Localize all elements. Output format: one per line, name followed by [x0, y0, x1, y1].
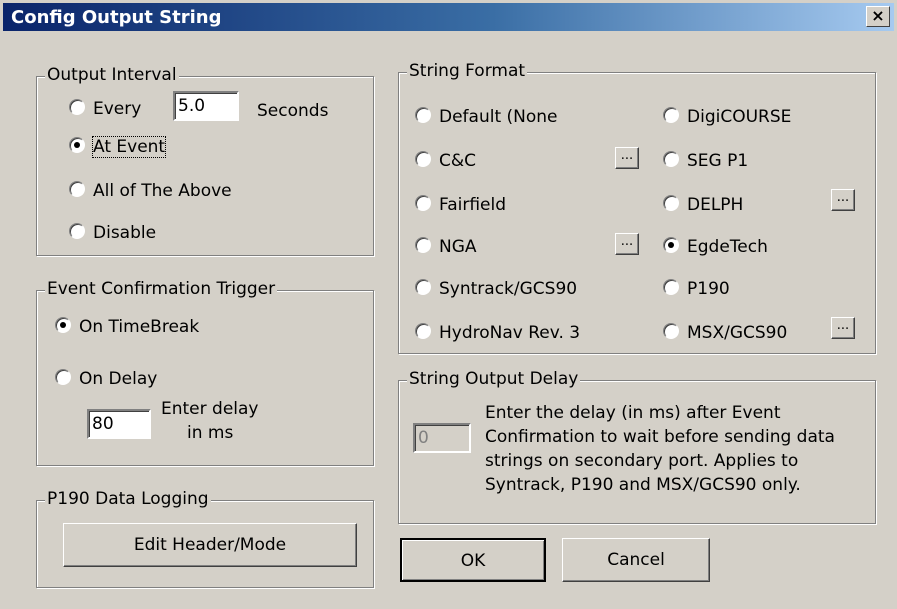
string-format-group: String Format Default (None C&C Fairfiel…	[398, 61, 876, 354]
output-interval-group: Output Interval Every 5.0 Seconds At Eve…	[36, 65, 374, 256]
nga-settings-button[interactable]: ...	[615, 233, 639, 255]
format-option-p190-label: P190	[687, 279, 730, 299]
p190-logging-legend: P190 Data Logging	[45, 489, 211, 509]
enter-delay-label: Enter delay	[161, 399, 259, 419]
format-option-nga-label: NGA	[439, 237, 477, 257]
format-option-delph-label: DELPH	[687, 195, 744, 215]
format-option-nga[interactable]: NGA	[415, 237, 477, 257]
radio-on-timebreak[interactable]: On TimeBreak	[55, 317, 199, 337]
format-option-syntrack[interactable]: Syntrack/GCS90	[415, 279, 577, 299]
radio-at-event[interactable]: At Event	[69, 136, 167, 158]
format-option-nga-circle[interactable]	[415, 237, 431, 253]
format-option-delph-circle[interactable]	[663, 195, 679, 211]
format-option-hydronav-label: HydroNav Rev. 3	[439, 323, 581, 343]
format-option-segp1-label: SEG P1	[687, 151, 749, 171]
radio-on-delay-circle[interactable]	[55, 369, 71, 385]
format-option-p190[interactable]: P190	[663, 279, 730, 299]
radio-all-above[interactable]: All of The Above	[69, 181, 232, 201]
format-option-hydronav-circle[interactable]	[415, 323, 431, 339]
radio-disable[interactable]: Disable	[69, 223, 156, 243]
format-option-segp1[interactable]: SEG P1	[663, 151, 748, 171]
seconds-label: Seconds	[257, 101, 329, 121]
dialog-title: Config Output String	[11, 7, 222, 28]
radio-all-above-circle[interactable]	[69, 181, 85, 197]
format-option-msx-circle[interactable]	[663, 323, 679, 339]
string-delay-desc-1: Enter the delay (in ms) after Event	[485, 403, 781, 423]
format-option-segp1-circle[interactable]	[663, 151, 679, 167]
cancel-button[interactable]: Cancel	[562, 538, 710, 582]
close-icon: ×	[871, 6, 885, 25]
radio-on-delay-label: On Delay	[79, 369, 158, 389]
radio-every-label: Every	[93, 99, 142, 119]
radio-every-circle[interactable]	[69, 99, 85, 115]
format-option-egdetech-label: EgdeTech	[687, 237, 768, 257]
edit-header-mode-button[interactable]: Edit Header/Mode	[63, 523, 357, 567]
title-bar[interactable]: Config Output String ×	[3, 3, 894, 31]
format-option-default-circle[interactable]	[415, 107, 431, 123]
radio-on-timebreak-circle[interactable]	[55, 317, 71, 333]
radio-at-event-circle[interactable]	[69, 137, 85, 153]
event-trigger-group: Event Confirmation Trigger On TimeBreak …	[36, 279, 374, 466]
ok-button[interactable]: OK	[400, 538, 546, 582]
cc-settings-button[interactable]: ...	[615, 147, 639, 169]
string-delay-desc-4: Syntrack, P190 and MSX/GCS90 only.	[485, 475, 801, 495]
in-ms-label: in ms	[187, 423, 234, 443]
string-output-delay-legend: String Output Delay	[407, 369, 581, 389]
output-interval-legend: Output Interval	[45, 65, 179, 85]
string-format-legend: String Format	[407, 61, 528, 81]
format-option-delph[interactable]: DELPH	[663, 195, 743, 215]
string-output-delay-group: String Output Delay 0 Enter the delay (i…	[398, 369, 876, 524]
format-option-cc[interactable]: C&C	[415, 151, 476, 171]
format-option-digicourse[interactable]: DigiCOURSE	[663, 107, 791, 127]
format-option-hydronav[interactable]: HydroNav Rev. 3	[415, 323, 580, 343]
format-option-syntrack-circle[interactable]	[415, 279, 431, 295]
format-option-fairfield-circle[interactable]	[415, 195, 431, 211]
format-option-msx[interactable]: MSX/GCS90	[663, 323, 787, 343]
config-output-string-dialog: Config Output String × Output Interval E…	[0, 0, 897, 609]
radio-all-above-label: All of The Above	[93, 181, 232, 201]
close-button[interactable]: ×	[866, 6, 890, 27]
format-option-default[interactable]: Default (None	[415, 107, 558, 127]
delph-settings-button[interactable]: ...	[831, 189, 855, 211]
format-option-msx-label: MSX/GCS90	[687, 323, 788, 343]
string-delay-desc-3: strings on secondary port. Applies to	[485, 451, 799, 471]
radio-disable-circle[interactable]	[69, 223, 85, 239]
radio-on-timebreak-label: On TimeBreak	[79, 317, 200, 337]
format-option-fairfield[interactable]: Fairfield	[415, 195, 506, 215]
format-option-default-label: Default (None	[439, 107, 558, 127]
format-option-egdetech[interactable]: EgdeTech	[663, 237, 768, 257]
format-option-cc-circle[interactable]	[415, 151, 431, 167]
format-option-cc-label: C&C	[439, 151, 476, 171]
radio-on-delay[interactable]: On Delay	[55, 369, 157, 389]
event-trigger-legend: Event Confirmation Trigger	[45, 279, 278, 299]
format-option-p190-circle[interactable]	[663, 279, 679, 295]
format-option-egdetech-circle[interactable]	[663, 237, 679, 253]
radio-at-event-label: At Event	[91, 136, 167, 158]
p190-logging-group: P190 Data Logging Edit Header/Mode	[36, 489, 374, 588]
string-delay-desc-2: Confirmation to wait before sending data	[485, 427, 835, 447]
format-option-fairfield-label: Fairfield	[439, 195, 507, 215]
radio-disable-label: Disable	[93, 223, 157, 243]
every-seconds-input[interactable]: 5.0	[173, 91, 239, 121]
delay-ms-input[interactable]: 80	[87, 409, 151, 439]
msx-settings-button[interactable]: ...	[831, 317, 855, 339]
format-option-digicourse-label: DigiCOURSE	[687, 107, 792, 127]
radio-every[interactable]: Every	[69, 99, 141, 119]
format-option-syntrack-label: Syntrack/GCS90	[439, 279, 578, 299]
string-delay-input[interactable]: 0	[413, 423, 471, 453]
format-option-digicourse-circle[interactable]	[663, 107, 679, 123]
